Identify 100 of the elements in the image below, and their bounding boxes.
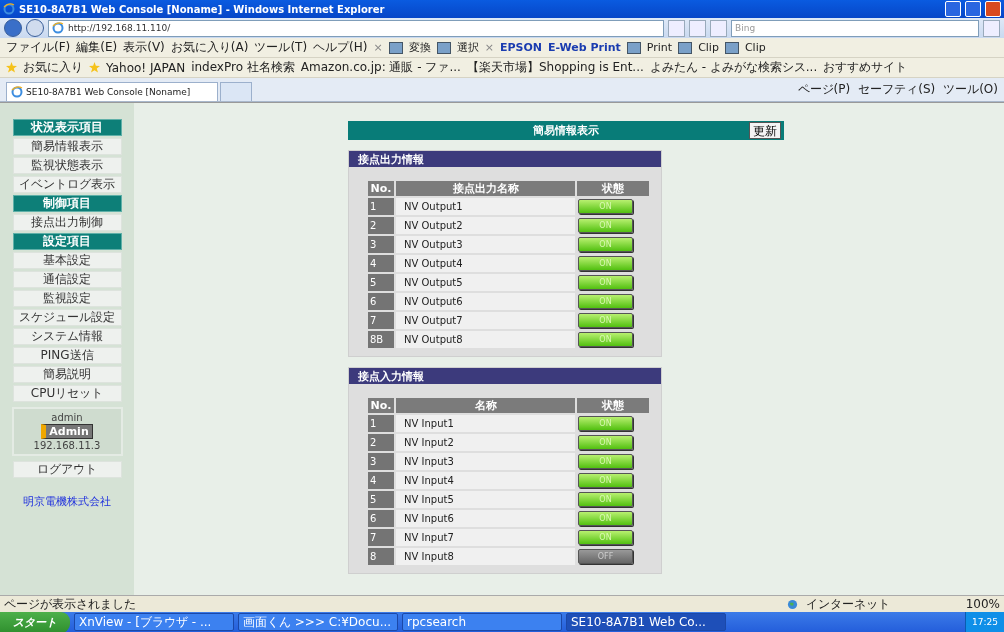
sidebar-item[interactable]: システム情報 (12, 328, 122, 345)
name-cell: NV Input8 (396, 548, 575, 565)
column-header: No. (368, 181, 394, 196)
star-icon (6, 62, 17, 73)
number-cell: 2 (368, 217, 394, 234)
number-cell: 2 (368, 434, 394, 451)
name-cell: NV Input6 (396, 510, 575, 527)
number-cell: 6 (368, 510, 394, 527)
name-cell: NV Input3 (396, 453, 575, 470)
toolbar-item-icon (678, 41, 693, 54)
ip-address: 192.168.11.3 (33, 440, 101, 451)
menu-item[interactable]: 編集(E) (76, 39, 118, 56)
star-icon (89, 62, 100, 73)
clock: 17:25 (972, 617, 998, 627)
favorite-link[interactable]: indexPro 社名検索 (191, 59, 295, 76)
name-cell: NV Output4 (396, 255, 575, 272)
section-title: 接点出力情報 (349, 151, 661, 167)
toolbar-item[interactable]: E-Web Print (547, 41, 621, 54)
taskbar-button[interactable]: 画面くん >>> C:¥Docu... (238, 613, 398, 631)
sidebar-item[interactable]: 監視状態表示 (12, 157, 122, 174)
toolbar-item[interactable]: EPSON (499, 41, 542, 54)
sidebar-heading: 制御項目 (12, 195, 122, 212)
name-cell: NV Input4 (396, 472, 575, 489)
number-cell: 5 (368, 274, 394, 291)
refresh-button[interactable]: 更新 (749, 122, 781, 139)
taskbar-button[interactable]: XnView - [ブラウザ - ... (74, 613, 234, 631)
command-bar-item[interactable]: ページ(P) (797, 81, 851, 98)
toolbar-item-icon (626, 41, 641, 54)
toolbar-item[interactable]: Clip (744, 41, 766, 54)
browser-icon (52, 22, 64, 34)
minimize-button[interactable] (945, 1, 961, 17)
sidebar-item[interactable]: 基本設定 (12, 252, 122, 269)
zone-label: インターネット (805, 595, 890, 613)
number-cell: 7 (368, 312, 394, 329)
column-header: 名称 (396, 398, 575, 413)
number-cell: 4 (368, 472, 394, 489)
sidebar-item[interactable]: CPUリセット (12, 385, 122, 402)
favorite-link[interactable]: おすすめサイト (823, 59, 908, 76)
menu-item[interactable]: ツール(T) (254, 39, 308, 56)
restore-button[interactable] (965, 1, 981, 17)
address-field[interactable]: http://192.168.11.110/ (48, 19, 664, 37)
sidebar-item[interactable]: スケジュール設定 (12, 309, 122, 326)
logout-link[interactable]: ログアウト (12, 461, 122, 478)
favorite-link[interactable]: よみたん - よみがな検索シス... (649, 59, 818, 76)
sidebar-item[interactable]: イベントログ表示 (12, 176, 122, 193)
sidebar-item[interactable]: 簡易情報表示 (12, 138, 122, 155)
column-header: 状態 (577, 398, 649, 413)
number-cell: 6 (368, 293, 394, 310)
menu-item[interactable]: お気に入り(A) (170, 39, 249, 56)
number-cell: 8 (368, 548, 394, 565)
number-cell: 1 (368, 415, 394, 432)
name-cell: NV Input7 (396, 529, 575, 546)
favorite-link[interactable]: 【楽天市場】Shopping is Ent... (466, 59, 644, 76)
name-cell: NV Input1 (396, 415, 575, 432)
name-cell: NV Output3 (396, 236, 575, 253)
menu-item[interactable]: ヘルプ(H) (313, 39, 368, 56)
sidebar-item[interactable]: 監視設定 (12, 290, 122, 307)
sidebar-item[interactable]: 接点出力制御 (12, 214, 122, 231)
name-cell: NV Input5 (396, 491, 575, 508)
column-header: 状態 (577, 181, 649, 196)
browser-icon (11, 86, 23, 98)
toolbar-item[interactable]: Print (646, 41, 673, 54)
taskbar-button[interactable]: rpcsearch (402, 613, 562, 631)
menu-item[interactable]: ファイル(F) (6, 39, 71, 56)
page-title: 簡易情報表示 (533, 123, 599, 138)
toolbar-item[interactable]: 選択 (456, 40, 479, 55)
name-cell: NV Output2 (396, 217, 575, 234)
favorite-link[interactable]: Yahoo! JAPAN (106, 60, 186, 75)
favorite-link[interactable]: お気に入り (23, 59, 83, 76)
name-cell: NV Output8 (396, 331, 575, 348)
company-link[interactable]: 明京電機株式会社 (23, 494, 111, 509)
browser-tab[interactable]: SE10-8A7B1 Web Console [Noname] (6, 82, 218, 101)
name-cell: NV Input2 (396, 434, 575, 451)
number-cell: 4 (368, 255, 394, 272)
zoom-level[interactable]: 100% (965, 597, 1000, 611)
number-cell: 3 (368, 236, 394, 253)
forward-button[interactable] (26, 19, 44, 37)
number-cell: 8B (368, 331, 394, 348)
status-message: ページが表示されました (4, 595, 136, 613)
name-cell: NV Output1 (396, 198, 575, 215)
number-cell: 5 (368, 491, 394, 508)
sidebar-item[interactable]: 通信設定 (12, 271, 122, 288)
number-cell: 1 (368, 198, 394, 215)
sidebar-heading: 状況表示項目 (12, 119, 122, 136)
command-bar-item[interactable]: セーフティ(S) (858, 81, 936, 98)
toolbar-item[interactable]: Clip (698, 41, 719, 54)
menu-item[interactable]: 表示(V) (123, 39, 165, 56)
toolbar-item[interactable]: 変換 (408, 40, 431, 55)
sidebar-item[interactable]: 簡易説明 (12, 366, 122, 383)
close-button[interactable] (985, 1, 1001, 17)
taskbar-button[interactable]: SE10-8A7B1 Web Co... (566, 613, 726, 631)
url-text: http://192.168.11.110/ (68, 23, 171, 33)
globe-icon (786, 598, 798, 610)
back-button[interactable] (4, 19, 22, 37)
sidebar-item[interactable]: PING送信 (12, 347, 122, 364)
toolbar-item-icon (436, 41, 451, 54)
command-bar-item[interactable]: ツール(O) (943, 81, 998, 98)
number-cell: 7 (368, 529, 394, 546)
favorite-link[interactable]: Amazon.co.jp: 通販 - ファ... (300, 59, 461, 76)
name-cell: NV Output5 (396, 274, 575, 291)
